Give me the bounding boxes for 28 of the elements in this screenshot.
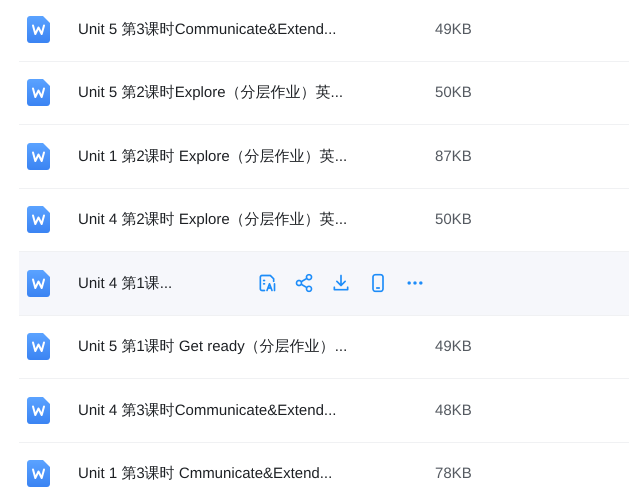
document-icon [27, 333, 50, 360]
document-icon [27, 206, 50, 234]
file-name: Unit 1 第2课时 Explore（分层作业）英... [78, 146, 348, 166]
file-size: 49KB [435, 20, 472, 38]
file-name: Unit 4 第1课... [78, 274, 174, 293]
document-icon [27, 79, 50, 106]
file-size: 48KB [435, 402, 472, 419]
file-size: 50KB [435, 211, 472, 228]
file-row[interactable]: Unit 4 第2课时 Explore（分层作业）英... 50KB [19, 188, 629, 252]
file-name: Unit 4 第2课时 Explore（分层作业）英... [78, 210, 348, 230]
document-icon [27, 16, 50, 43]
file-size: 87KB [435, 148, 472, 165]
document-icon [27, 396, 50, 424]
file-size: 49KB [435, 338, 472, 356]
file-size: 78KB [435, 465, 472, 482]
file-name: Unit 5 第1课时 Get ready（分层作业）... [78, 337, 348, 356]
document-icon [27, 460, 50, 488]
share-icon[interactable] [293, 272, 315, 294]
file-row[interactable]: Unit 4 第1课... [19, 252, 629, 316]
file-row[interactable]: Unit 5 第1课时 Get ready（分层作业）... 49KB [19, 316, 629, 379]
file-size: 50KB [435, 84, 472, 102]
file-row[interactable]: Unit 5 第2课时Explore（分层作业）英... 50KB [19, 62, 629, 125]
file-name: Unit 1 第3课时 Cmmunicate&Extend... [78, 464, 334, 484]
document-icon [27, 270, 50, 297]
file-name: Unit 5 第3课时Communicate&Extend... [78, 20, 338, 39]
file-name: Unit 4 第3课时Communicate&Extend... [78, 400, 338, 420]
document-icon [27, 142, 50, 170]
file-name: Unit 5 第2课时Explore（分层作业）英... [78, 83, 344, 102]
